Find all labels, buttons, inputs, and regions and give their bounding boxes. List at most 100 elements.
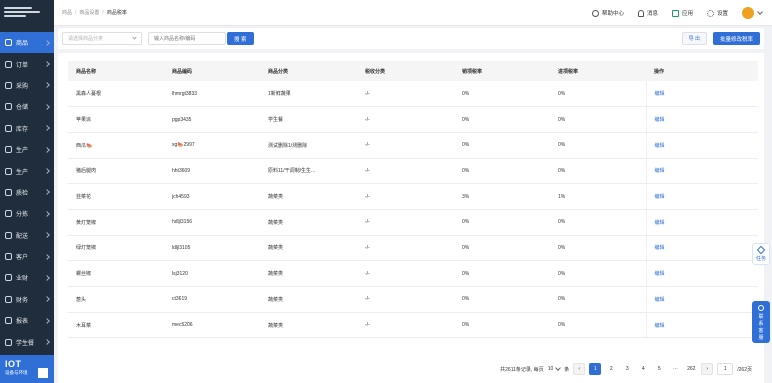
- page-number-last[interactable]: 262: [685, 363, 698, 375]
- sidebar-item-label: 订单: [16, 62, 29, 69]
- product-name-cell: 西瓜🍉: [68, 132, 164, 159]
- task-float-button[interactable]: 任务: [752, 243, 770, 265]
- sidebar-item[interactable]: 仓储: [0, 96, 54, 117]
- edit-link[interactable]: 编辑: [645, 286, 758, 313]
- table-row: 葱头 ct3619 蔬菜类 -/- 0% 0% 编辑: [68, 286, 758, 313]
- edit-link[interactable]: 编辑: [645, 209, 758, 236]
- edit-link[interactable]: 编辑: [645, 132, 758, 159]
- sidebar-item[interactable]: 财务: [0, 289, 54, 310]
- batch-edit-tax-button[interactable]: 批量修改税率: [712, 32, 760, 45]
- search-button[interactable]: 搜 索: [227, 32, 254, 45]
- sidebar: 商品订单采购 仓储库存生产 生产质检分拣 配送 客户 业财 财务 报表 学生餐 IOT 设备与环…: [0, 0, 54, 383]
- input-tax-rate-cell: 0%: [550, 312, 646, 339]
- iot-promo[interactable]: IOT 设备与环境: [0, 355, 54, 383]
- page-ellipsis[interactable]: ···: [669, 363, 682, 375]
- chevron-right-icon: [44, 210, 50, 217]
- menu-icon: [5, 39, 12, 47]
- table-row: 绿灯笼椒 ldljl3105 蔬菜类 -/- 0% 0% 编辑: [68, 235, 758, 262]
- table-row: 木耳菜 mec5206 蔬菜类 -/- 0% 0% 编辑: [68, 312, 758, 339]
- sales-tax-rate-cell: 0%: [454, 106, 550, 133]
- search-input[interactable]: [148, 32, 226, 45]
- sidebar-item[interactable]: 商品: [0, 32, 54, 54]
- product-name-cell: 木耳菜: [68, 312, 164, 339]
- total-pages: /262页: [737, 366, 752, 373]
- filter-toolbar: 请选择商品分类 搜 索 导 出 批量修改税率: [58, 28, 764, 49]
- page-size-select[interactable]: 10: [548, 365, 562, 372]
- sidebar-item[interactable]: 质检: [0, 182, 54, 203]
- chat-icon: [758, 305, 764, 311]
- apps-label: 应用: [681, 11, 693, 17]
- product-code-cell: ldljl3105: [164, 235, 260, 262]
- menu-icon: [5, 103, 12, 111]
- input-tax-rate-cell: 0%: [550, 132, 646, 159]
- goto-page-input[interactable]: 1: [717, 363, 734, 375]
- breadcrumb-item[interactable]: 商品设置: [79, 9, 99, 16]
- product-name-cell: 黑森人蔓根: [68, 81, 164, 108]
- prev-page-button[interactable]: ‹: [573, 363, 586, 375]
- product-code-cell: mec5206: [164, 312, 260, 339]
- contact-service-button[interactable]: 联 系 客 服: [752, 301, 770, 343]
- column-header: 销项税率: [454, 61, 550, 81]
- sidebar-item[interactable]: 学生餐: [0, 331, 54, 352]
- table-row: 黄灯笼椒 hdljl3156 蔬菜类 -/- 0% 0% 编辑: [68, 209, 758, 236]
- sidebar-item-label: 质检: [16, 190, 29, 197]
- product-category-cell: 蔬菜类: [260, 286, 357, 313]
- sidebar-item[interactable]: 客户: [0, 246, 54, 267]
- logo[interactable]: [0, 0, 54, 24]
- sidebar-item[interactable]: 库存: [0, 118, 54, 139]
- sidebar-item[interactable]: 配送: [0, 225, 54, 246]
- user-menu[interactable]: [742, 7, 763, 19]
- message-label: 消息: [646, 11, 658, 17]
- breadcrumb-item[interactable]: 商品: [62, 9, 72, 16]
- page-number[interactable]: 4: [637, 363, 650, 375]
- chevron-right-icon: [44, 125, 50, 132]
- edit-link[interactable]: 编辑: [645, 260, 758, 287]
- sidebar-item-label: 商品: [16, 41, 29, 48]
- sidebar-item[interactable]: 分拣: [0, 203, 54, 224]
- sidebar-item[interactable]: 订单: [0, 53, 54, 74]
- sales-tax-rate-cell: 0%: [454, 286, 550, 313]
- sidebar-item[interactable]: 采购: [0, 75, 54, 96]
- settings-link[interactable]: 设置: [706, 9, 728, 17]
- tax-class-cell: -/-: [357, 158, 454, 185]
- message-link[interactable]: 消息: [637, 9, 658, 17]
- export-button[interactable]: 导 出: [681, 32, 707, 45]
- edit-link[interactable]: 编辑: [645, 106, 758, 133]
- edit-link[interactable]: 编辑: [645, 183, 758, 210]
- product-code-cell: lhmrgt3833: [164, 81, 260, 108]
- tax-class-cell: -/-: [357, 183, 454, 210]
- chevron-right-icon: [44, 39, 50, 46]
- tax-class-cell: -/-: [357, 132, 454, 159]
- total-records: 共2611条记录, 每页: [500, 366, 544, 373]
- sidebar-item-label: 库存: [16, 126, 29, 133]
- help-center-link[interactable]: 帮助中心: [591, 9, 624, 17]
- edit-link[interactable]: 编辑: [645, 158, 758, 185]
- product-code-cell: ct3619: [164, 286, 260, 313]
- category-select[interactable]: 请选择商品分类: [62, 32, 142, 45]
- edit-link[interactable]: 编辑: [645, 312, 758, 339]
- sales-tax-rate-cell: 0%: [454, 312, 550, 339]
- contact-char: 系: [758, 321, 764, 327]
- sidebar-item[interactable]: 业财: [0, 267, 54, 288]
- product-category-cell: 1新鲜蔬果: [260, 81, 357, 108]
- page-number[interactable]: 1: [589, 363, 602, 375]
- page-number[interactable]: 5: [653, 363, 666, 375]
- sidebar-item[interactable]: 生产: [0, 139, 54, 160]
- breadcrumb: 商品 / 商品设置 / 商品税率: [62, 9, 127, 17]
- menu-icon: [5, 124, 12, 132]
- input-tax-rate-cell: 0%: [550, 81, 646, 108]
- chevron-right-icon: [44, 61, 50, 67]
- sidebar-item[interactable]: 生产: [0, 160, 54, 181]
- column-header: 商品名称: [68, 61, 164, 81]
- apps-link[interactable]: 应用: [671, 9, 693, 17]
- sidebar-item[interactable]: 报表: [0, 310, 54, 331]
- page-number[interactable]: 2: [605, 363, 618, 375]
- menu-icon: [5, 338, 12, 346]
- next-page-button[interactable]: ›: [701, 363, 714, 375]
- edit-link[interactable]: 编辑: [645, 235, 758, 262]
- column-header: 税收分类: [357, 61, 454, 81]
- export-label: 导 出: [688, 36, 700, 42]
- tax-class-cell: -/-: [357, 106, 454, 133]
- edit-link[interactable]: 编辑: [645, 81, 758, 108]
- page-number[interactable]: 3: [621, 363, 634, 375]
